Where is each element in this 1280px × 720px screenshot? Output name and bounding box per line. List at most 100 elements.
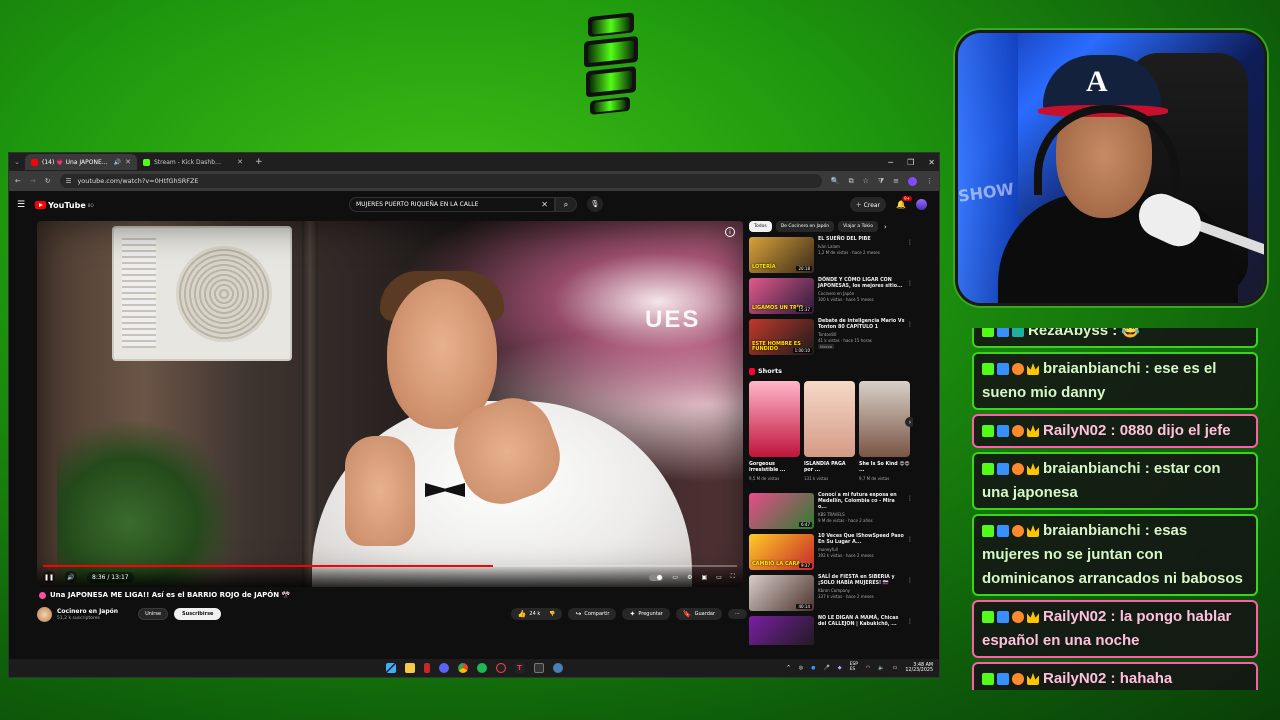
search-button[interactable]: ⌕	[555, 197, 577, 212]
video-title[interactable]: Conocí a mi futura esposa en Medellín, C…	[818, 493, 905, 511]
video-thumbnail[interactable]: 6:47	[749, 492, 814, 529]
theater-mode-icon[interactable]: ▭	[716, 574, 722, 581]
video-channel[interactable]: KBS TRAVELS	[818, 512, 905, 517]
info-icon[interactable]: i	[725, 227, 735, 237]
more-options-icon[interactable]: ⋮	[907, 577, 913, 584]
tab-search-icon[interactable]: ⌄	[9, 154, 25, 170]
youtube-logo[interactable]: YouTube BO	[35, 201, 94, 210]
video-title[interactable]: Debate de inteligencia Mario Vs Tonton 8…	[818, 319, 905, 331]
channel-avatar[interactable]	[37, 606, 52, 622]
obs-icon[interactable]	[495, 663, 506, 673]
recommended-video[interactable]: CAMBIÓ LA CARA 9:37 10 Veces Que IShowSpee…	[749, 533, 913, 572]
steam-icon[interactable]	[552, 663, 563, 673]
tray-chevron-icon[interactable]: ^	[787, 665, 791, 671]
subscribe-button[interactable]: Suscribirse	[174, 608, 222, 620]
video-channel[interactable]: Cocinero en Japón	[818, 291, 905, 296]
video-title[interactable]: NO LE DIGAN A MAMÁ, Chicas del CALLEJON …	[818, 616, 905, 628]
more-options-icon[interactable]: ⋮	[907, 536, 913, 543]
new-tab-icon[interactable]: +	[249, 157, 269, 167]
pause-icon[interactable]: ❚❚	[43, 571, 55, 583]
profile-avatar[interactable]	[908, 176, 917, 186]
chip-tokyo[interactable]: Viajar a Tokio	[838, 221, 878, 232]
menu-icon[interactable]: ☰	[17, 200, 25, 210]
clear-search-icon[interactable]: ✕	[541, 200, 548, 209]
progress-bar[interactable]	[43, 565, 737, 567]
short-title[interactable]: ISLANDIA PAGA por ...	[804, 462, 855, 474]
tray-app2-icon[interactable]: ◆	[838, 665, 842, 671]
autoplay-toggle[interactable]	[649, 573, 664, 581]
video-thumbnail[interactable]	[749, 615, 814, 645]
short-item[interactable]: Gorgeous irresistible ... 9,5 M de vistas	[749, 381, 800, 481]
tray-mic-icon[interactable]: 🎤	[823, 665, 829, 671]
reload-icon[interactable]: ↻	[45, 177, 51, 185]
input-language[interactable]: ESP ES	[850, 662, 858, 673]
short-item[interactable]: She Is So Kind 😍😍 ... 9,7 M de vistas	[859, 381, 910, 481]
tiktok-studio-icon[interactable]: T	[514, 663, 525, 673]
video-thumbnail[interactable]: 40:14	[749, 574, 814, 611]
back-icon[interactable]: ←	[15, 177, 21, 185]
like-button[interactable]: 👍 24 k 👎	[510, 608, 563, 620]
discord-icon[interactable]	[438, 663, 449, 673]
speaker-tray-icon[interactable]: 🔈	[878, 665, 884, 671]
cast-icon[interactable]: ⧉	[849, 177, 854, 186]
recommended-video[interactable]: LIGAMOS UN TRÍO 15:37 DÓNDE Y CÓMO LIGAR C…	[749, 278, 913, 316]
short-title[interactable]: Gorgeous irresistible ...	[749, 462, 800, 474]
search-input[interactable]: MUJERES PUERTO RIQUEÑA EN LA CALLE ✕	[349, 197, 555, 212]
more-options-icon[interactable]: ⋮	[907, 495, 913, 502]
spotify-icon[interactable]	[476, 663, 487, 673]
windows-start-icon[interactable]	[385, 663, 396, 673]
settings-gear-icon[interactable]: ⚙	[687, 574, 692, 581]
more-options-icon[interactable]: ⋮	[907, 618, 913, 625]
reading-list-icon[interactable]: ≡	[893, 177, 899, 186]
video-title[interactable]: EL SUEÑO DEL PIBE	[818, 237, 905, 243]
shorts-next-icon[interactable]: ›	[905, 417, 913, 427]
site-info-icon[interactable]: ☰	[66, 177, 72, 185]
more-options-icon[interactable]: ⋮	[907, 280, 913, 287]
close-tab-icon[interactable]: ✕	[237, 158, 243, 166]
short-title[interactable]: She Is So Kind 😍😍 ...	[859, 462, 910, 474]
zoom-icon[interactable]: 🔍	[831, 177, 840, 186]
channel-name[interactable]: Cocinero en Japón	[57, 608, 118, 615]
terminal-icon[interactable]	[533, 663, 544, 673]
recommended-video[interactable]: 40:14 SALÍ de FIESTA en SIBERIA y ¡SOLO H…	[749, 574, 913, 613]
short-thumbnail[interactable]	[859, 381, 910, 457]
video-thumbnail[interactable]: CAMBIÓ LA CARA 9:37	[749, 533, 814, 570]
account-avatar[interactable]	[916, 199, 927, 210]
share-button[interactable]: ↪ Compartir	[568, 608, 617, 620]
chip-channel[interactable]: De Cocinero en Japón	[775, 221, 835, 232]
video-channel[interactable]: Iván Lalam	[818, 244, 905, 249]
short-thumbnail[interactable]	[804, 381, 855, 457]
close-tab-icon[interactable]: ✕	[125, 158, 131, 166]
minimize-icon[interactable]: ─	[888, 158, 893, 167]
video-title[interactable]: SALÍ de FIESTA en SIBERIA y ¡SOLO HABÍA …	[818, 575, 905, 587]
file-explorer-icon[interactable]	[404, 663, 415, 673]
battery-icon[interactable]: ▭	[893, 665, 898, 671]
extensions-icon[interactable]: ⧩	[878, 177, 884, 186]
notifications-button[interactable]: 🔔 9+	[896, 196, 912, 209]
short-item[interactable]: ISLANDIA PAGA por ... 131 k vistas	[804, 381, 855, 481]
chip-all[interactable]: Todos	[749, 221, 772, 232]
chrome-icon[interactable]	[457, 663, 468, 673]
video-player[interactable]: UES i ❚❚ 🔊 8:36 / 13:17 ▭ ⚙ ▣ ▭ ⛶	[37, 221, 743, 587]
recommended-video[interactable]: ESTE HOMBRE ES FUNDIDO 1:00:10 Debate de i…	[749, 319, 913, 357]
recommended-video[interactable]: NO LE DIGAN A MAMÁ, Chicas del CALLEJON …	[749, 615, 913, 645]
fullscreen-icon[interactable]: ⛶	[731, 573, 735, 581]
short-thumbnail[interactable]	[749, 381, 800, 457]
miniplayer-icon[interactable]: ▣	[701, 574, 707, 581]
save-button[interactable]: 🔖 Guardar	[675, 608, 722, 620]
voice-search-button[interactable]: 🎙	[587, 196, 603, 212]
video-thumbnail[interactable]: ESTE HOMBRE ES FUNDIDO 1:00:10	[749, 319, 814, 355]
video-title[interactable]: DÓNDE Y CÓMO LIGAR CON JAPONESAS, los me…	[818, 278, 905, 290]
recommended-video[interactable]: LOTERÍA 20:18 EL SUEÑO DEL PIBE Iván Lalam 1…	[749, 237, 913, 275]
video-channel[interactable]: Kbron Company	[818, 588, 905, 593]
tab-youtube[interactable]: (14) 💗 Una JAPONESA ME 🔊 ✕	[25, 154, 137, 170]
volume-icon[interactable]: 🔊	[65, 571, 77, 583]
create-button[interactable]: ＋ Crear	[849, 197, 887, 212]
video-thumbnail[interactable]: LOTERÍA 20:18	[749, 237, 814, 273]
tray-app-icon[interactable]: ◎	[799, 665, 803, 671]
close-window-icon[interactable]: ✕	[928, 158, 935, 167]
bookmark-star-icon[interactable]: ☆	[863, 177, 869, 186]
url-field[interactable]: ☰ youtube.com/watch?v=0HtfGhSRFZE	[59, 174, 822, 188]
more-actions-button[interactable]: ⋯	[728, 609, 747, 619]
more-options-icon[interactable]: ⋮	[907, 321, 913, 328]
